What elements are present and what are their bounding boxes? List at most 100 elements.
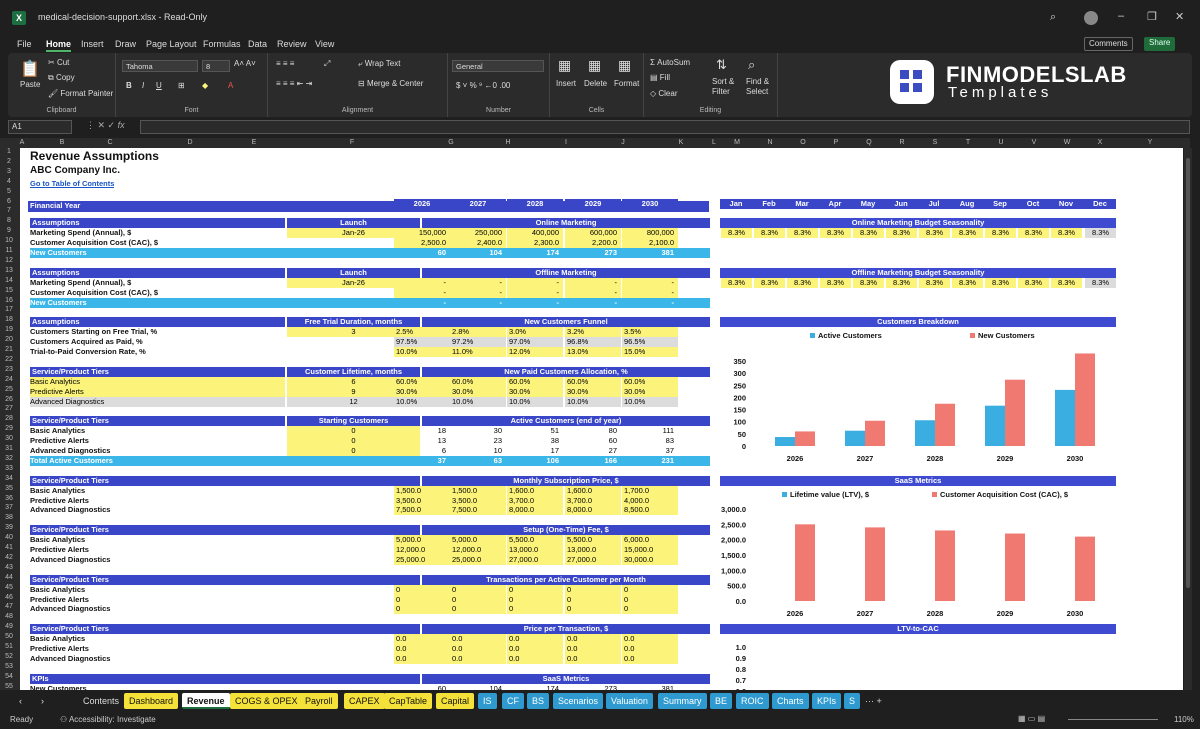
column-header[interactable]: Y xyxy=(1148,139,1153,146)
insert-button[interactable]: Insert xyxy=(556,79,576,88)
font-size-select[interactable]: 8 xyxy=(202,60,230,72)
row-header[interactable]: 50 xyxy=(0,633,18,640)
price-value-cell[interactable]: 0.0 xyxy=(565,644,621,654)
find-select-button[interactable]: Find & Select xyxy=(746,77,769,97)
name-box[interactable]: A1 xyxy=(8,120,72,134)
align-top-icon[interactable]: ≡ ≡ ≡ xyxy=(276,59,294,68)
sheet-tab[interactable]: Valuation xyxy=(606,693,653,709)
row-header[interactable]: 52 xyxy=(0,653,18,660)
seasonality-cell[interactable]: 8.3% xyxy=(1018,277,1049,288)
year-value-cell[interactable]: - xyxy=(565,277,621,288)
year-value-cell[interactable]: 60 xyxy=(565,436,621,446)
seasonality-cell[interactable]: 8.3% xyxy=(952,228,983,239)
year-value-cell[interactable]: 60 xyxy=(394,684,450,690)
row-header[interactable]: 5 xyxy=(0,188,18,195)
seasonality-cell[interactable]: 8.3% xyxy=(1085,228,1116,239)
year-value-cell[interactable]: 60 xyxy=(394,248,450,258)
row-header[interactable]: 48 xyxy=(0,613,18,620)
year-value-cell[interactable]: - xyxy=(507,287,563,298)
price-value-cell[interactable]: 7,500.0 xyxy=(394,505,450,516)
price-value-cell[interactable]: 0.0 xyxy=(565,634,621,645)
year-value-cell[interactable]: 63 xyxy=(450,455,506,466)
year-value-cell[interactable]: - xyxy=(507,277,563,288)
row-header[interactable]: 43 xyxy=(0,564,18,571)
price-value-cell[interactable]: 0 xyxy=(622,584,678,595)
price-value-cell[interactable]: 0.0 xyxy=(622,653,678,664)
row-header[interactable]: 35 xyxy=(0,485,18,492)
menu-review[interactable]: Review xyxy=(277,39,307,49)
year-value-cell[interactable]: 150,000 xyxy=(394,228,450,239)
sort-filter-button[interactable]: Sort & Filter xyxy=(712,77,734,97)
price-value-cell[interactable]: 1,500.0 xyxy=(394,485,450,496)
insert-cells-icon[interactable]: ▦ xyxy=(558,57,571,74)
year-value-cell[interactable]: 51 xyxy=(507,426,563,436)
row-header[interactable]: 37 xyxy=(0,504,18,511)
increase-font-icon[interactable]: A˄ A˅ xyxy=(234,59,256,68)
sheet-tab[interactable]: Revenue xyxy=(182,693,230,709)
column-header[interactable]: H xyxy=(505,139,510,146)
sheet-tab[interactable]: CAPEX xyxy=(344,693,385,709)
column-header[interactable]: L xyxy=(712,139,716,146)
price-value-cell[interactable]: 0 xyxy=(507,604,563,615)
worksheet[interactable]: Revenue Assumptions ABC Company Inc. Go … xyxy=(20,148,1183,690)
allocation-value-cell[interactable]: 30.0% xyxy=(565,386,621,397)
price-value-cell[interactable]: 12,000.0 xyxy=(450,545,506,555)
funnel-value-cell[interactable]: 10.0% xyxy=(394,347,450,357)
year-value-cell[interactable]: 104 xyxy=(450,248,506,258)
row-header[interactable]: 14 xyxy=(0,277,18,284)
menu-file[interactable]: File xyxy=(17,39,32,49)
chart-0[interactable]: Active Customers New Customers 350 300 250 20… xyxy=(720,328,1116,478)
row-header[interactable]: 15 xyxy=(0,287,18,294)
row-header[interactable]: 20 xyxy=(0,336,18,343)
autosum-button[interactable]: Σ AutoSum xyxy=(650,58,690,67)
year-value-cell[interactable]: 18 xyxy=(394,426,450,436)
funnel-value-cell[interactable]: 96.5% xyxy=(622,337,678,348)
price-value-cell[interactable]: 0.0 xyxy=(507,634,563,645)
bar-new-customers[interactable] xyxy=(1075,353,1095,447)
row-header[interactable]: 53 xyxy=(0,663,18,670)
price-value-cell[interactable]: 1,700.0 xyxy=(622,485,678,496)
seasonality-cell[interactable]: 8.3% xyxy=(721,228,752,239)
seasonality-cell[interactable]: 8.3% xyxy=(919,228,950,239)
formula-input[interactable] xyxy=(140,120,1190,134)
price-value-cell[interactable]: 4,000.0 xyxy=(622,495,678,506)
bar-active-customers[interactable] xyxy=(1055,390,1075,447)
avatar[interactable] xyxy=(1084,11,1098,25)
sheet-tab[interactable]: Summary xyxy=(658,693,707,709)
row-header[interactable]: 16 xyxy=(0,297,18,304)
allocation-value-cell[interactable]: 60.0% xyxy=(622,376,678,387)
row-header[interactable]: 13 xyxy=(0,267,18,274)
row-header[interactable]: 44 xyxy=(0,574,18,581)
row-header[interactable]: 3 xyxy=(0,168,18,175)
clear-button[interactable]: ◇ Clear xyxy=(650,89,678,98)
seasonality-cell[interactable]: 8.3% xyxy=(1051,277,1082,288)
fx-icon[interactable]: ⋮ ✕ ✓ fx xyxy=(86,120,125,131)
column-header[interactable]: J xyxy=(621,139,625,146)
year-value-cell[interactable]: - xyxy=(565,287,621,298)
close-icon[interactable]: ✕ xyxy=(1175,10,1184,23)
year-value-cell[interactable]: 30 xyxy=(450,426,506,436)
bar-customer-acquisition-cost-cac-[interactable] xyxy=(1005,533,1025,601)
sheet-tab[interactable]: KPIs xyxy=(812,693,842,709)
bar-active-customers[interactable] xyxy=(915,420,935,447)
price-value-cell[interactable]: 27,000.0 xyxy=(507,554,563,565)
tabs-prev-icon[interactable]: ‹ xyxy=(14,693,27,709)
year-value-cell[interactable]: 106 xyxy=(507,455,563,466)
sheet-tab[interactable]: Charts xyxy=(772,693,809,709)
year-value-cell[interactable]: 600,000 xyxy=(565,228,621,239)
chart-2[interactable]: 1.0 0.9 0.8 0.7 0.6 xyxy=(720,635,1116,690)
funnel-value-cell[interactable]: 12.0% xyxy=(507,347,563,357)
column-header[interactable]: W xyxy=(1064,139,1071,146)
row-header[interactable]: 19 xyxy=(0,326,18,333)
row-header[interactable]: 25 xyxy=(0,386,18,393)
price-value-cell[interactable]: 1,500.0 xyxy=(450,485,506,496)
year-value-cell[interactable]: 80 xyxy=(565,426,621,436)
funnel-value-cell[interactable]: 97.5% xyxy=(394,337,450,348)
funnel-value-cell[interactable]: 2.8% xyxy=(450,327,506,338)
row-header[interactable]: 41 xyxy=(0,544,18,551)
bar-active-customers[interactable] xyxy=(985,405,1005,447)
column-header[interactable]: V xyxy=(1032,139,1037,146)
row-header[interactable]: 6 xyxy=(0,198,18,205)
year-value-cell[interactable]: 174 xyxy=(507,684,563,690)
year-value-cell[interactable]: - xyxy=(622,277,678,288)
